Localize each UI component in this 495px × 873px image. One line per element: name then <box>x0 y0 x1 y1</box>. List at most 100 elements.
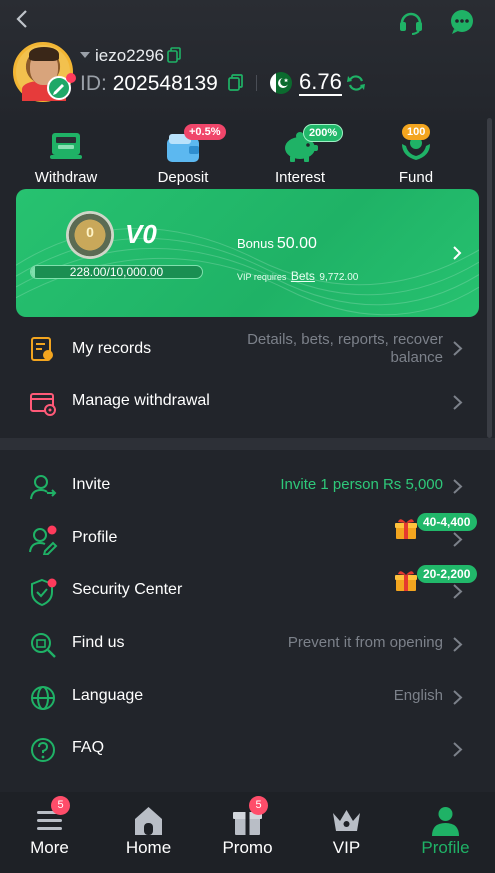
invite-row[interactable]: Invite Invite 1 person Rs 5,000 <box>0 460 495 512</box>
vip-medal-level: 0 <box>86 224 94 240</box>
user-id-value: 202548139 <box>112 72 218 95</box>
profile-reward-badge: 40-4,400 <box>417 513 478 531</box>
back-arrow-icon[interactable] <box>14 8 32 30</box>
chevron-right-icon <box>453 742 463 757</box>
find-us-search-icon <box>31 633 56 658</box>
nav-more-label: More <box>30 838 69 857</box>
section-divider <box>0 438 495 450</box>
gift-icon <box>395 519 417 539</box>
help-question-icon <box>31 738 55 762</box>
chevron-right-icon <box>453 690 463 705</box>
pakistan-flag-icon <box>270 72 292 94</box>
interest-action[interactable]: 200% Interest <box>255 124 345 186</box>
invite-label: Invite <box>72 476 111 493</box>
find-us-label: Find us <box>72 634 125 651</box>
user-id-label: ID: <box>80 72 107 95</box>
chevron-right-icon <box>453 395 463 410</box>
vip-requirement-label: VIP requires <box>237 272 287 282</box>
vip-requirement-value: 9,772.00 <box>319 272 359 283</box>
vip-progress-text: 228.00/10,000.00 <box>69 265 164 279</box>
user-id: ID: 202548139 <box>80 72 218 96</box>
chevron-right-icon[interactable] <box>451 245 463 261</box>
copy-id-icon[interactable] <box>228 74 243 91</box>
nav-more-badge: 5 <box>51 796 70 815</box>
my-records-row[interactable]: My records Details, bets, reports, recov… <box>0 322 495 376</box>
refresh-balance-icon[interactable] <box>346 73 366 93</box>
profile-label: Profile <box>72 529 118 546</box>
find-us-row[interactable]: Find us Prevent it from opening <box>0 618 495 670</box>
vip-bonus-value: 50.00 <box>276 235 317 252</box>
deposit-label: Deposit <box>157 169 209 186</box>
globe-icon <box>31 686 55 710</box>
nav-promo[interactable]: 5 Promo <box>198 792 297 873</box>
manage-withdrawal-label: Manage withdrawal <box>72 392 210 409</box>
gift-icon <box>395 571 417 591</box>
language-row[interactable]: Language English <box>0 671 495 723</box>
vip-requirement: VIP requires Bets 9,772.00 <box>237 269 358 283</box>
nav-profile-label: Profile <box>421 838 470 857</box>
my-records-description-line2: balance <box>390 349 443 366</box>
chevron-right-icon <box>453 341 463 356</box>
security-center-label: Security Center <box>72 581 183 598</box>
my-records-description-line1: Details, bets, reports, recover <box>247 331 443 348</box>
deposit-bonus-badge: +0.5% <box>184 124 226 140</box>
username-dropdown-caret-icon[interactable] <box>80 52 90 58</box>
language-label: Language <box>72 687 144 704</box>
security-center-row[interactable]: Security Center 20-2,200 <box>0 565 495 617</box>
shield-check-icon <box>31 578 57 607</box>
withdraw-icon <box>50 133 82 159</box>
vip-card[interactable]: 0 V0 228.00/10,000.00 Bonus 50.00 VIP req… <box>16 189 479 317</box>
vip-level: V0 <box>125 219 157 249</box>
wallet-balance: 6.76 <box>299 69 342 96</box>
vip-progress-bar: 228.00/10,000.00 <box>30 265 203 279</box>
bottom-navigation: 5 More Home 5 Promo VIP Profile <box>0 792 495 873</box>
vip-bets-link[interactable]: Bets <box>291 269 315 283</box>
withdraw-action[interactable]: Withdraw <box>21 128 111 186</box>
copy-username-icon[interactable] <box>167 47 181 63</box>
nav-profile[interactable]: Profile <box>396 792 495 873</box>
records-icon <box>31 337 53 361</box>
faq-row[interactable]: FAQ <box>0 723 495 775</box>
chat-message-icon[interactable] <box>448 8 476 36</box>
profile-user-icon <box>432 807 459 836</box>
chevron-right-icon <box>453 532 463 547</box>
nav-more[interactable]: 5 More <box>0 792 99 873</box>
profile-edit-icon <box>29 525 58 555</box>
my-records-description: Details, bets, reports, recover balance <box>247 331 443 367</box>
crown-icon <box>333 810 360 831</box>
vip-bonus-label: Bonus <box>237 236 274 251</box>
interest-rate-badge: 200% <box>303 124 344 142</box>
nav-vip-label: VIP <box>332 838 361 857</box>
headset-support-icon[interactable] <box>397 8 425 36</box>
notification-dot <box>66 73 76 83</box>
chevron-right-icon <box>453 479 463 494</box>
scrollbar[interactable] <box>487 118 492 438</box>
fund-count-badge: 100 <box>402 124 431 140</box>
deposit-action[interactable]: +0.5% Deposit <box>138 124 228 186</box>
chevron-right-icon <box>453 584 463 599</box>
nav-vip[interactable]: VIP <box>297 792 396 873</box>
my-records-label: My records <box>72 340 152 357</box>
nav-promo-label: Promo <box>222 838 273 857</box>
withdraw-label: Withdraw <box>34 169 98 186</box>
invite-description: Invite 1 person Rs 5,000 <box>280 476 443 493</box>
manage-withdrawal-row[interactable]: Manage withdrawal <box>0 376 495 428</box>
interest-label: Interest <box>274 169 326 186</box>
vip-bonus: Bonus 50.00 <box>237 235 317 253</box>
fund-action[interactable]: 100 Fund <box>371 124 461 186</box>
find-us-description: Prevent it from opening <box>287 634 443 651</box>
nav-promo-badge: 5 <box>249 796 268 815</box>
nav-home-label: Home <box>125 838 172 857</box>
nav-home[interactable]: Home <box>99 792 198 873</box>
divider <box>256 75 257 91</box>
security-reward-badge: 20-2,200 <box>417 565 478 583</box>
invite-user-icon <box>30 475 57 500</box>
manage-withdrawal-icon <box>30 393 56 416</box>
chevron-right-icon <box>453 637 463 652</box>
profile-row[interactable]: Profile 40-4,400 <box>0 513 495 565</box>
language-value: English <box>393 687 443 704</box>
fund-label: Fund <box>398 169 434 186</box>
vip-medal-icon: 0 <box>66 211 114 259</box>
username: iezo2296 <box>95 46 165 65</box>
home-icon <box>135 807 162 835</box>
